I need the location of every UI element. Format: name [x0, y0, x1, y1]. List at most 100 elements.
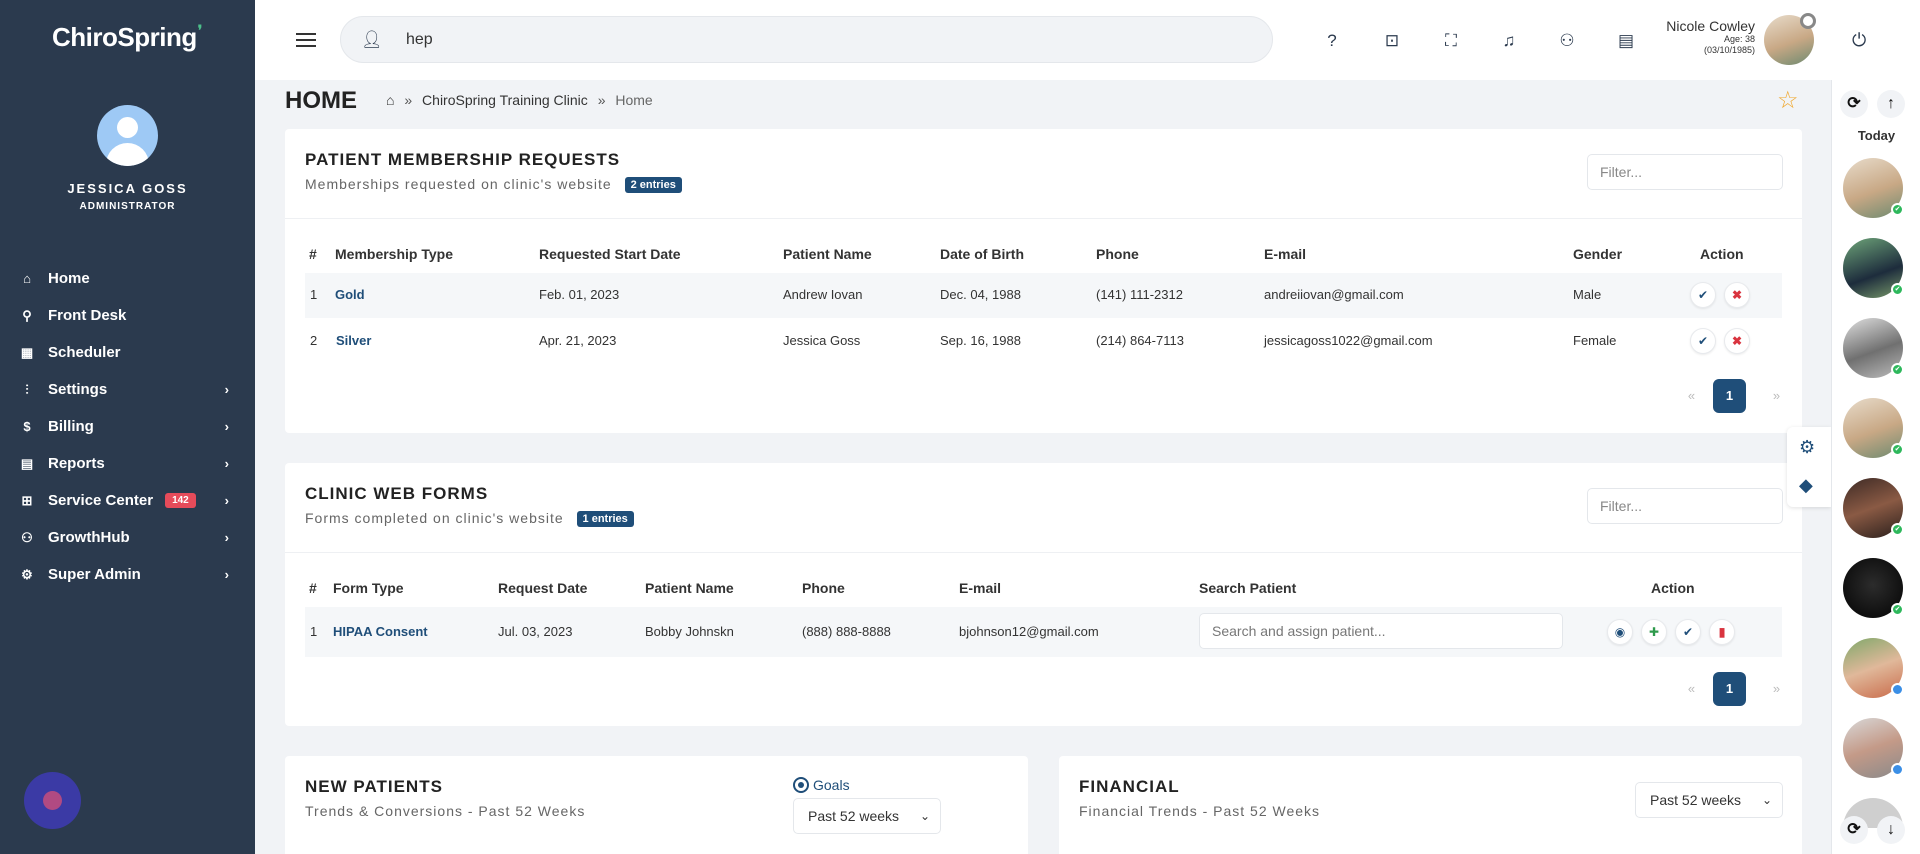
sidebar-item-label: Billing [48, 418, 94, 435]
sidebar-item-home[interactable]: ⌂ Home [0, 260, 255, 297]
appointments-rail: ⟳ ↑ Today ✔ ✔ ✔ ✔ ✔ ✔ ⟳ ↓ [1831, 80, 1920, 854]
sidebar-item-service-center[interactable]: ⊞ Service Center 142 › [0, 482, 255, 519]
sidebar-item-front-desk[interactable]: ⚲ Front Desk [0, 297, 255, 334]
column-header: # [309, 580, 317, 596]
users-icon[interactable]: ⚇ [1556, 30, 1578, 52]
sidebar-item-super-admin[interactable]: ⚙ Super Admin › [0, 556, 255, 593]
sidebar-item-scheduler[interactable]: ▦ Scheduler [0, 334, 255, 371]
clipboard-icon[interactable]: ▤ [1615, 30, 1637, 52]
refresh-icon[interactable]: ⟳ [1840, 816, 1868, 844]
gift-icon[interactable]: ⊡ [1381, 30, 1403, 52]
home-icon[interactable]: ⌂ [386, 92, 394, 108]
column-header[interactable]: Gender [1573, 246, 1622, 262]
email: andreiiovan@gmail.com [1264, 287, 1404, 302]
star-icon[interactable]: ☆ [1777, 86, 1799, 115]
sidebar-item-settings[interactable]: ⫶ Settings › [0, 371, 255, 408]
fullscreen-icon[interactable]: ⛶ [1440, 30, 1462, 52]
add-user-icon[interactable]: 👤︎ [361, 30, 383, 50]
close-icon: ✖ [1731, 334, 1743, 348]
sidebar-item-label: Home [48, 270, 90, 287]
column-header[interactable]: Phone [1096, 246, 1139, 262]
column-header[interactable]: E-mail [959, 580, 1001, 596]
patient-avatar[interactable]: ✔ [1843, 398, 1904, 458]
form-type-link[interactable]: HIPAA Consent [333, 624, 428, 639]
current-patient[interactable]: Nicole Cowley Age: 38 (03/10/1985) [1666, 18, 1755, 56]
sidebar-item-growthhub[interactable]: ⚇ GrowthHub › [0, 519, 255, 556]
prev-page-button[interactable]: « [1675, 379, 1708, 413]
chat-launcher-button[interactable] [24, 772, 81, 829]
column-header[interactable]: Date of Birth [940, 246, 1024, 262]
check-icon: ✔ [1697, 334, 1709, 348]
column-header[interactable]: E-mail [1264, 246, 1306, 262]
request-date: Jul. 03, 2023 [498, 624, 573, 639]
current-patient-dob: (03/10/1985) [1703, 45, 1755, 55]
column-header[interactable]: Request Date [498, 580, 587, 596]
membership-subtitle: Memberships requested on clinic's websit… [305, 176, 682, 194]
trash-icon: ▮ [1718, 625, 1726, 639]
goals-toggle[interactable]: Goals [793, 777, 850, 793]
menu-toggle-icon[interactable] [296, 33, 316, 51]
column-header[interactable]: Patient Name [645, 580, 734, 596]
column-header[interactable]: Form Type [333, 580, 404, 596]
financial-range-select[interactable]: Past 52 weeks ⌄ [1635, 782, 1783, 818]
approve-button[interactable]: ✔ [1690, 282, 1716, 308]
prev-page-button[interactable]: « [1675, 672, 1708, 706]
next-page-button[interactable]: » [1760, 672, 1793, 706]
calendar-icon: ▦ [20, 344, 34, 360]
add-patient-button[interactable]: ✚ [1641, 619, 1667, 645]
user-avatar[interactable] [97, 105, 158, 166]
new-patients-title: NEW PATIENTS [305, 777, 443, 796]
power-icon[interactable]: ⏻ [1852, 30, 1866, 51]
reject-button[interactable]: ✖ [1724, 328, 1750, 354]
view-button[interactable]: ◉ [1607, 619, 1633, 645]
approve-button[interactable]: ✔ [1690, 328, 1716, 354]
patient-avatar[interactable]: ✔ [1843, 478, 1904, 538]
breadcrumb-clinic[interactable]: ChiroSpring Training Clinic [422, 92, 588, 108]
gender: Male [1573, 287, 1602, 302]
online-status-icon: ✔ [1891, 203, 1904, 216]
column-header[interactable]: Requested Start Date [539, 246, 681, 262]
bell-icon[interactable]: ♫ [1498, 30, 1520, 52]
settings-gears-icon[interactable]: ⚙ [1799, 437, 1815, 458]
patient-avatar[interactable]: ✔ [1843, 558, 1904, 618]
patient-avatar[interactable]: ✔ [1843, 158, 1904, 218]
table-row: 1 HIPAA Consent Jul. 03, 2023 Bobby John… [305, 607, 1782, 657]
membership-filter-input[interactable] [1587, 154, 1783, 190]
financial-subtitle: Financial Trends - Past 52 Weeks [1079, 803, 1321, 819]
financial-title: FINANCIAL [1079, 777, 1180, 796]
arrow-down-icon[interactable]: ↓ [1877, 816, 1905, 844]
breadcrumb-current: Home [615, 92, 653, 108]
refresh-icon[interactable]: ⟳ [1840, 90, 1868, 118]
page-1-button[interactable]: 1 [1713, 379, 1746, 413]
arrow-up-icon[interactable]: ↑ [1877, 90, 1905, 118]
column-header[interactable]: Membership Type [335, 246, 453, 262]
patient-avatar[interactable] [1843, 718, 1904, 778]
help-icon[interactable]: ? [1321, 30, 1343, 52]
membership-type-link[interactable]: Silver [336, 333, 371, 348]
new-patients-range-select[interactable]: Past 52 weeks ⌄ [793, 798, 941, 834]
reject-button[interactable]: ✖ [1724, 282, 1750, 308]
app-logo[interactable]: ChiroSpring❜ [52, 22, 202, 53]
web-forms-filter-input[interactable] [1587, 488, 1783, 524]
assign-patient-input[interactable] [1199, 613, 1563, 649]
page-1-button[interactable]: 1 [1713, 672, 1746, 706]
online-status-icon: ✔ [1891, 363, 1904, 376]
column-header[interactable]: Patient Name [783, 246, 872, 262]
chevron-right-icon: › [224, 530, 229, 545]
online-status-icon: ✔ [1891, 443, 1904, 456]
patient-avatar[interactable]: ✔ [1843, 238, 1904, 298]
approve-button[interactable]: ✔ [1675, 619, 1701, 645]
next-page-button[interactable]: » [1760, 379, 1793, 413]
column-header: Action [1700, 246, 1744, 262]
sidebar-item-billing[interactable]: $ Billing › [0, 408, 255, 445]
patient-avatar[interactable] [1843, 638, 1904, 698]
current-patient-avatar[interactable] [1764, 13, 1816, 65]
column-header[interactable]: Phone [802, 580, 845, 596]
patient-avatar[interactable]: ✔ [1843, 318, 1904, 378]
membership-type-link[interactable]: Gold [335, 287, 365, 302]
range-value: Past 52 weeks [1650, 792, 1742, 808]
tour-icon[interactable]: ◆ [1799, 475, 1813, 496]
delete-button[interactable]: ▮ [1709, 619, 1735, 645]
search-input[interactable] [406, 27, 1246, 53]
sidebar-item-reports[interactable]: ▤ Reports › [0, 445, 255, 482]
